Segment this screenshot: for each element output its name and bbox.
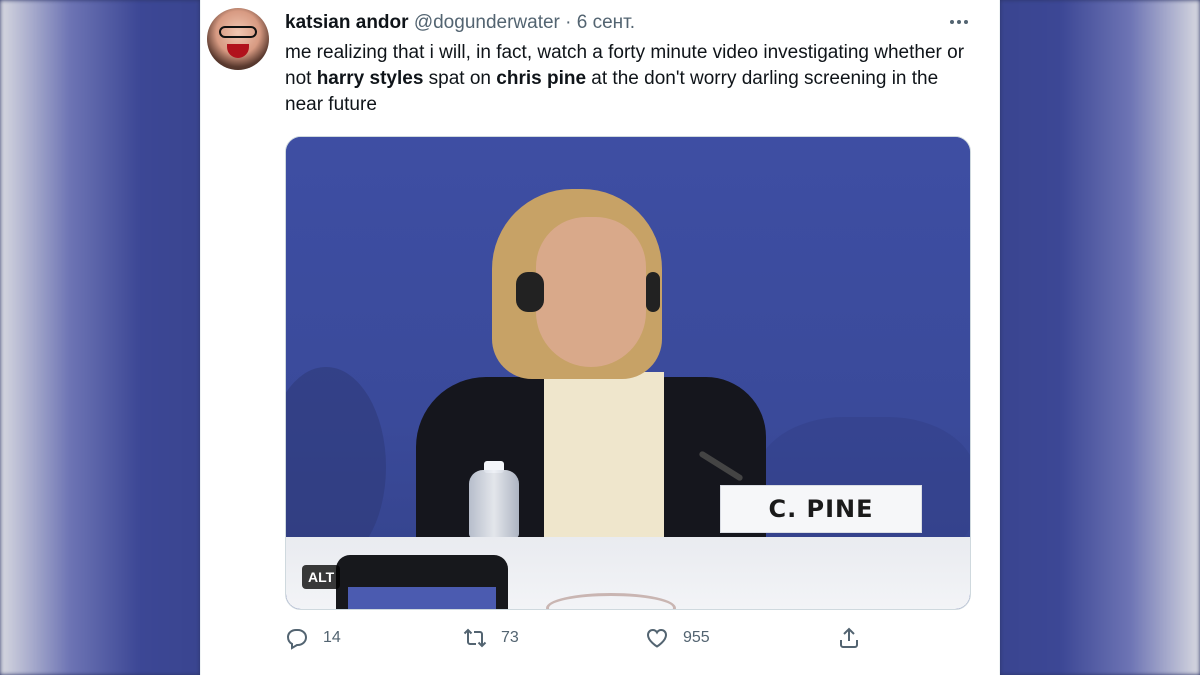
timestamp[interactable]: 6 сент.: [577, 12, 635, 33]
nameplate: C. PINE: [720, 485, 922, 533]
tweet-text: me realizing that i will, in fact, watch…: [285, 40, 965, 118]
alt-badge[interactable]: ALT: [302, 565, 341, 589]
water-bottle: [469, 470, 519, 538]
more-icon[interactable]: [947, 10, 971, 34]
tweet-text-part: spat on: [423, 68, 497, 89]
person-face: [536, 217, 646, 367]
retweet-button[interactable]: 73: [463, 626, 519, 650]
tweet-header: katsian andor @dogunderwater · 6 сент.: [285, 11, 635, 35]
person-shirt: [544, 372, 664, 542]
bold-mention-harry: harry styles: [316, 68, 424, 89]
background-right: [1000, 0, 1200, 675]
background-left: [0, 0, 200, 675]
headphone-left: [516, 272, 544, 312]
separator-dot: ·: [565, 12, 572, 33]
user-handle[interactable]: @dogunderwater: [414, 12, 560, 33]
share-icon: [840, 627, 858, 648]
tweet-card[interactable]: katsian andor @dogunderwater · 6 сент. m…: [200, 0, 1000, 675]
phone-screen: [348, 587, 496, 609]
like-count: 955: [683, 629, 710, 646]
tweet-actions: 14 73 955: [285, 626, 885, 654]
avatar-mouth: [227, 44, 249, 58]
display-name[interactable]: katsian andor: [285, 12, 409, 33]
bold-mention-chris: chris pine: [496, 68, 587, 89]
tweet-image[interactable]: C. PINE ALT: [285, 136, 971, 610]
reply-button[interactable]: 14: [285, 626, 341, 650]
retweet-icon: [463, 628, 487, 648]
reply-count: 14: [323, 629, 341, 646]
headphone-right: [646, 272, 660, 312]
retweet-count: 73: [501, 629, 519, 646]
share-button[interactable]: [837, 626, 861, 650]
heart-icon: [646, 628, 668, 648]
reply-icon: [286, 629, 308, 650]
avatar[interactable]: [207, 8, 269, 70]
like-button[interactable]: 955: [645, 626, 710, 650]
avatar-glasses: [219, 26, 257, 38]
